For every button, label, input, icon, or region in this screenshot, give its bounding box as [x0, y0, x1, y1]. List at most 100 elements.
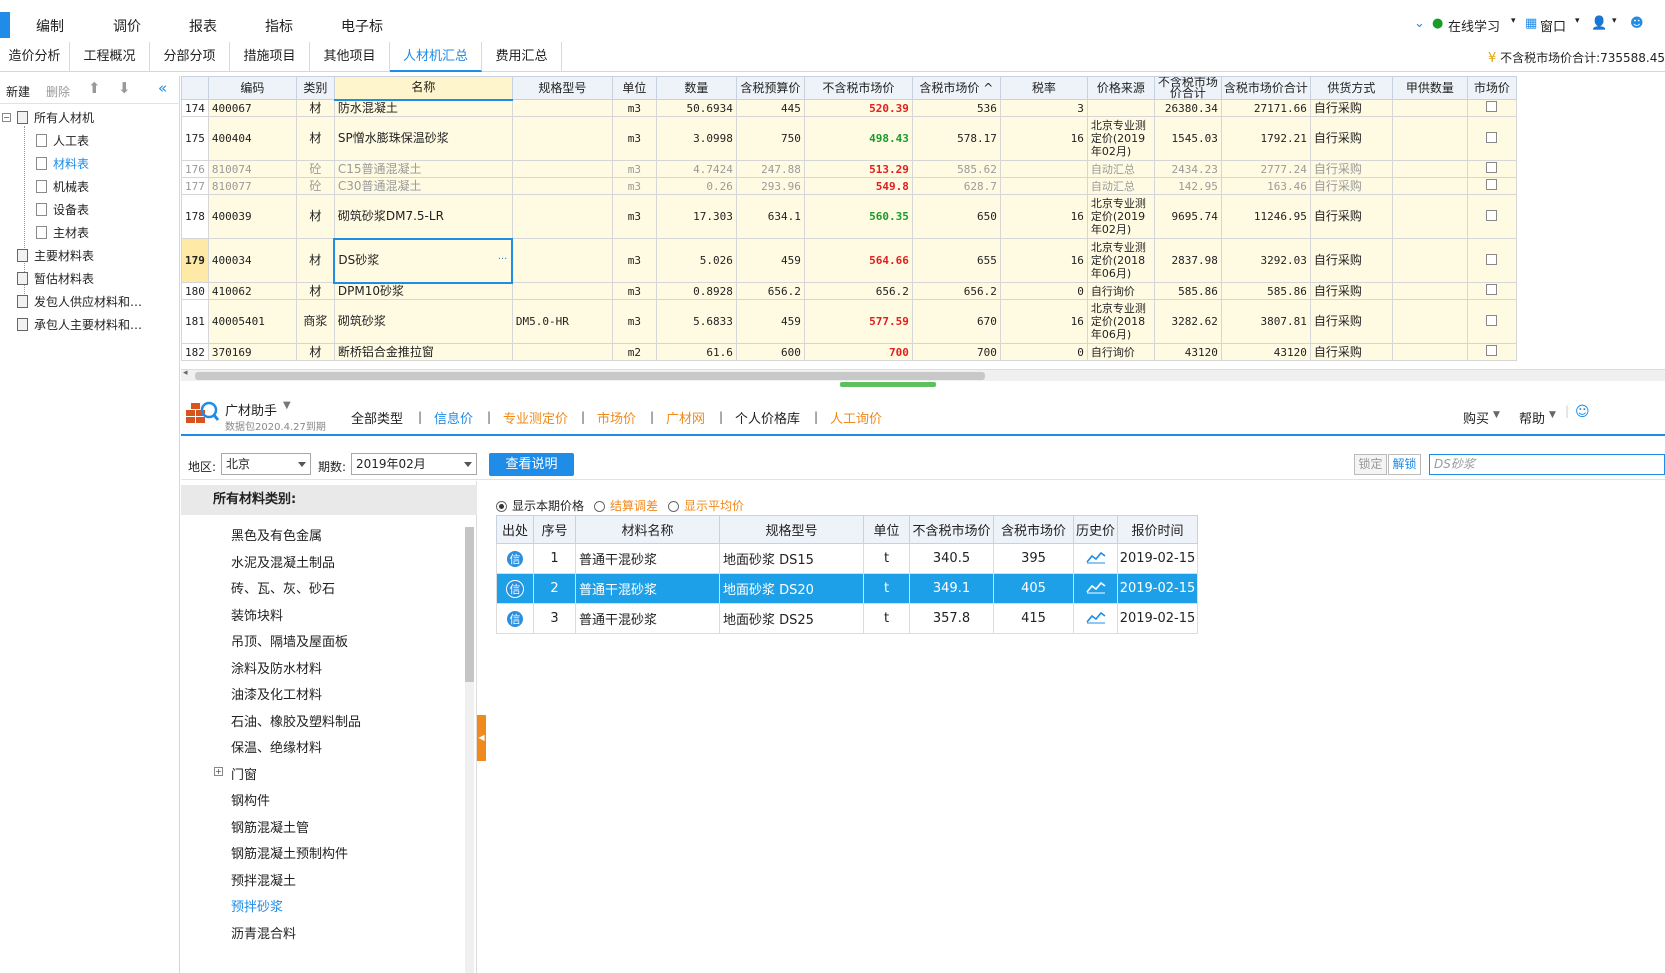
col-header-market-price[interactable]: 不含税市场价	[803, 76, 913, 100]
spec-cell[interactable]	[511, 99, 613, 117]
supply-mode-cell[interactable]: 自行采购	[1309, 343, 1393, 361]
name-cell[interactable]: 砌筑砂浆DM7.5-LR	[333, 194, 513, 239]
market-price-lock-cell[interactable]	[1466, 238, 1517, 283]
market-price-tax-cell[interactable]: 405	[993, 573, 1074, 604]
col-header-unit[interactable]: 单位	[611, 76, 657, 100]
menu-index[interactable]: 指标	[265, 16, 293, 36]
tree-item-materials[interactable]: 材料表	[36, 155, 89, 172]
market-price-cell[interactable]: 560.35	[803, 194, 913, 239]
chevron-down-icon[interactable]: ▾	[1575, 16, 1580, 26]
window-menu-button[interactable]: 窗口	[1540, 16, 1566, 35]
tab-fee-summary[interactable]: 费用汇总	[482, 42, 562, 72]
market-price-cell[interactable]: 656.2	[803, 282, 913, 300]
market-total-cell[interactable]: 3282.62	[1153, 299, 1222, 344]
col-header-seq[interactable]: 序号	[533, 515, 576, 544]
col-header-market-price-tax[interactable]: 含税市场价 ^	[911, 76, 1001, 100]
scrollbar-thumb[interactable]	[465, 527, 474, 682]
price-source-cell[interactable]: 自动汇总	[1086, 160, 1155, 178]
spec-cell[interactable]	[511, 177, 613, 195]
table-row[interactable]: 信 3 普通干混砂浆 地面砂浆 DS25 t 357.8 415 2019-02-15	[496, 603, 1198, 634]
online-learning-button[interactable]: 在线学习	[1448, 16, 1500, 35]
material-name-cell[interactable]: 普通干混砂浆	[575, 603, 720, 634]
tree-item-labor[interactable]: 人工表	[36, 132, 89, 149]
budget-price-cell[interactable]: 247.88	[735, 160, 805, 178]
supply-mode-cell[interactable]: 自行采购	[1309, 99, 1393, 117]
spec-cell[interactable]	[511, 194, 613, 239]
price-source-cell[interactable]: 北京专业测定价(2018年06月)	[1086, 299, 1155, 344]
market-price-tax-cell[interactable]: 395	[993, 543, 1074, 574]
category-cell[interactable]: 砼	[295, 160, 335, 178]
market-price-cell[interactable]: 577.59	[803, 299, 913, 344]
table-row[interactable]: 信 1 普通干混砂浆 地面砂浆 DS15 t 340.5 395 2019-02-15	[496, 543, 1198, 574]
market-price-tax-cell[interactable]: 700	[911, 343, 1001, 361]
owner-supplied-qty-cell[interactable]	[1391, 160, 1468, 178]
code-cell[interactable]: 370169	[207, 343, 297, 361]
category-item[interactable]: 钢筋混凝土管	[231, 817, 309, 836]
owner-supplied-qty-cell[interactable]	[1391, 99, 1468, 117]
row-number-cell[interactable]: 175	[181, 116, 209, 161]
tree-item-machinery[interactable]: 机械表	[36, 178, 89, 195]
quote-date-cell[interactable]: 2019-02-15	[1117, 603, 1198, 634]
name-cell[interactable]: SP憎水膨珠保温砂浆	[333, 116, 513, 161]
quantity-cell[interactable]: 0.8928	[655, 282, 737, 300]
spec-cell[interactable]	[511, 343, 613, 361]
market-price-cell[interactable]: 549.8	[803, 177, 913, 195]
tree-item-all[interactable]: 所有人材机	[17, 109, 94, 126]
assist-tab-all-types[interactable]: 全部类型	[351, 408, 403, 427]
col-header-supply-mode[interactable]: 供货方式	[1309, 76, 1393, 100]
quantity-cell[interactable]: 4.7424	[655, 160, 737, 178]
price-source-cell[interactable]: 北京专业测定价(2019年02月)	[1086, 116, 1155, 161]
unit-cell[interactable]: m2	[611, 343, 657, 361]
price-source-cell[interactable]: 北京专业测定价(2019年02月)	[1086, 194, 1155, 239]
category-item[interactable]: 保温、绝缘材料	[231, 737, 322, 756]
scroll-left-icon[interactable]: ◂	[183, 368, 188, 378]
quantity-cell[interactable]: 50.6934	[655, 99, 737, 117]
tab-project-overview[interactable]: 工程概况	[70, 42, 150, 72]
market-total-tax-cell[interactable]: 163.46	[1220, 177, 1311, 195]
unit-cell[interactable]: t	[863, 573, 910, 604]
col-header-unit[interactable]: 单位	[863, 515, 910, 544]
assistant-face-icon[interactable]: ☺	[1575, 404, 1590, 420]
tax-rate-cell[interactable]: 16	[999, 116, 1088, 161]
market-total-tax-cell[interactable]: 2777.24	[1220, 160, 1311, 178]
chevron-down-icon[interactable]: ▼	[1549, 410, 1556, 420]
user-icon[interactable]: 👤	[1591, 16, 1607, 31]
category-item[interactable]: 油漆及化工材料	[231, 684, 322, 703]
source-cell[interactable]: 信	[496, 573, 534, 604]
grid-horizontal-scrollbar[interactable]: ◂	[181, 368, 1665, 381]
move-down-icon[interactable]: ⬇	[118, 79, 131, 97]
chevron-down-icon[interactable]: ▼	[1493, 410, 1500, 420]
supply-mode-cell[interactable]: 自行采购	[1309, 238, 1393, 283]
market-total-cell[interactable]: 2434.23	[1153, 160, 1222, 178]
market-price-tax-cell[interactable]: 650	[911, 194, 1001, 239]
tax-rate-cell[interactable]: 3	[999, 99, 1088, 117]
spec-cell[interactable]	[511, 160, 613, 178]
table-row[interactable]: 179 400034 材 DS砂浆 ··· m3 5.026 459 564.66 655 16 北京…	[181, 237, 1517, 284]
spec-cell[interactable]: 地面砂浆 DS15	[719, 543, 864, 574]
col-header-owner-supplied-qty[interactable]: 甲供数量	[1391, 76, 1468, 100]
col-header-market-price-tax[interactable]: 含税市场价	[993, 515, 1074, 544]
scrollbar-thumb[interactable]	[195, 372, 985, 380]
lock-checkbox[interactable]	[1486, 131, 1498, 143]
col-header-market-price-lock[interactable]: 市场价	[1466, 76, 1517, 100]
market-price-tax-cell[interactable]: 578.17	[911, 116, 1001, 161]
tab-other-items[interactable]: 其他项目	[310, 42, 390, 72]
radio-show-average-price[interactable]: 显示平均价	[668, 497, 744, 514]
col-header-tax-rate[interactable]: 税率	[999, 76, 1088, 100]
col-header-source[interactable]: 出处	[496, 515, 534, 544]
market-price-cell[interactable]: 520.39	[803, 99, 913, 117]
lock-checkbox[interactable]	[1486, 345, 1498, 356]
market-total-tax-cell[interactable]: 585.86	[1220, 282, 1311, 300]
row-number-cell[interactable]: 176	[181, 160, 209, 178]
owner-supplied-qty-cell[interactable]	[1391, 238, 1468, 283]
name-cell[interactable]: 砌筑砂浆	[333, 299, 513, 344]
unit-cell[interactable]: m3	[611, 282, 657, 300]
lock-checkbox[interactable]	[1486, 162, 1498, 173]
budget-price-cell[interactable]: 459	[735, 238, 805, 283]
name-cell[interactable]: C15普通混凝土	[333, 160, 513, 178]
budget-price-cell[interactable]: 459	[735, 299, 805, 344]
market-price-lock-cell[interactable]	[1466, 194, 1517, 239]
category-cell[interactable]: 砼	[295, 177, 335, 195]
new-button[interactable]: 新建	[6, 83, 30, 100]
market-price-lock-cell[interactable]	[1466, 177, 1517, 195]
